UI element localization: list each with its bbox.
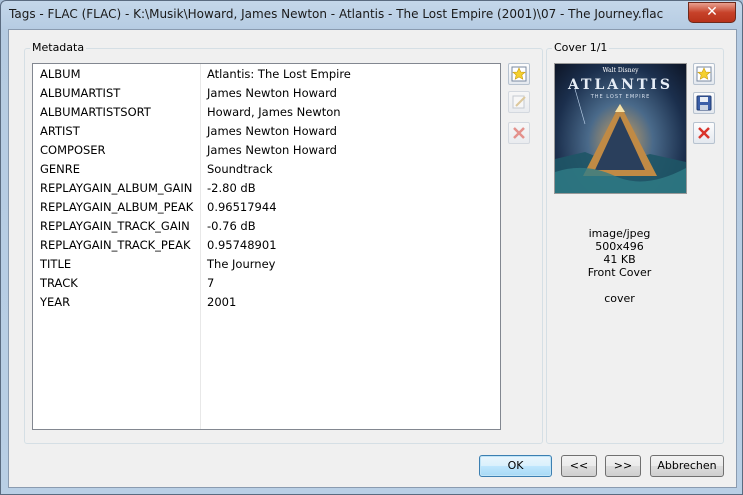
tag-key: REPLAYGAIN_ALBUM_GAIN	[40, 181, 193, 195]
cover-group-label: Cover 1/1	[552, 41, 610, 54]
tag-row[interactable]: REPLAYGAIN_TRACK_PEAK 0.95748901	[33, 236, 500, 255]
tag-row[interactable]: ARTIST James Newton Howard	[33, 122, 500, 141]
tag-row[interactable]: TRACK 7	[33, 274, 500, 293]
cover-brand: Walt Disney	[602, 67, 639, 74]
delete-icon	[698, 127, 710, 139]
tag-value: 2001	[207, 295, 237, 309]
tag-key: TITLE	[40, 257, 72, 271]
tag-key: ARTIST	[40, 124, 80, 138]
tag-value: Soundtrack	[207, 162, 273, 176]
tag-key: YEAR	[40, 295, 71, 309]
tag-value: -2.80 dB	[207, 181, 256, 195]
tag-key: ALBUM	[40, 67, 81, 81]
cover-type: Front Cover	[587, 266, 652, 279]
tag-value: 0.95748901	[207, 238, 277, 252]
tag-value: Atlantis: The Lost Empire	[207, 67, 351, 81]
save-icon	[696, 95, 712, 111]
tag-row[interactable]: REPLAYGAIN_TRACK_GAIN -0.76 dB	[33, 217, 500, 236]
tag-row[interactable]: ALBUMARTISTSORT Howard, James Newton	[33, 103, 500, 122]
cover-info: image/jpeg 500x496 41 KB Front Cover cov…	[547, 227, 692, 305]
ok-button[interactable]: OK	[479, 455, 552, 477]
new-star-icon	[511, 66, 527, 82]
delete-icon	[513, 127, 525, 139]
cover-info-spacer	[547, 279, 692, 292]
tag-key: REPLAYGAIN_TRACK_GAIN	[40, 219, 190, 233]
tag-value: James Newton Howard	[207, 124, 337, 138]
delete-tag-button[interactable]	[508, 122, 530, 144]
tag-row[interactable]: GENRE Soundtrack	[33, 160, 500, 179]
tag-row[interactable]: ALBUMARTIST James Newton Howard	[33, 84, 500, 103]
tag-list[interactable]: ALBUM Atlantis: The Lost Empire ALBUMARTIS…	[32, 63, 501, 430]
cancel-button[interactable]: Abbrechen	[650, 455, 724, 477]
tag-value: 7	[207, 276, 215, 290]
title-bar[interactable]: Tags - FLAC (FLAC) - K:\Musik\Howard, Ja…	[1, 1, 742, 29]
tag-key: REPLAYGAIN_TRACK_PEAK	[40, 238, 191, 252]
close-button[interactable]: ✕	[688, 2, 736, 23]
next-button[interactable]: >>	[605, 455, 641, 477]
tag-key: GENRE	[40, 162, 81, 176]
window-title: Tags - FLAC (FLAC) - K:\Musik\Howard, Ja…	[9, 7, 664, 21]
add-tag-button[interactable]	[508, 63, 530, 85]
tag-value: 0.96517944	[207, 200, 277, 214]
delete-cover-button[interactable]	[693, 122, 715, 144]
cover-group: Cover 1/1 Walt Disney ATLANTIS THE LOST …	[546, 41, 724, 444]
tag-row[interactable]: TITLE The Journey	[33, 255, 500, 274]
tag-key: REPLAYGAIN_ALBUM_PEAK	[40, 200, 194, 214]
tag-row[interactable]: REPLAYGAIN_ALBUM_GAIN -2.80 dB	[33, 179, 500, 198]
edit-tag-button[interactable]	[508, 91, 530, 113]
tag-row[interactable]: COMPOSER James Newton Howard	[33, 141, 500, 160]
metadata-group-label: Metadata	[30, 41, 87, 54]
edit-icon	[512, 95, 526, 109]
previous-button[interactable]: <<	[561, 455, 597, 477]
tag-value: James Newton Howard	[207, 86, 337, 100]
tag-value: The Journey	[207, 257, 276, 271]
tag-key: TRACK	[40, 276, 78, 290]
tag-key: COMPOSER	[40, 143, 106, 157]
cover-dimensions: 500x496	[595, 240, 644, 253]
tag-value: James Newton Howard	[207, 143, 337, 157]
new-star-icon	[696, 66, 712, 82]
cover-image[interactable]: Walt Disney ATLANTIS THE LOST EMPIRE	[554, 63, 687, 194]
tag-value: Howard, James Newton	[207, 105, 341, 119]
cover-size: 41 KB	[603, 253, 636, 266]
tags-dialog: Tags - FLAC (FLAC) - K:\Musik\Howard, Ja…	[0, 0, 743, 495]
cover-mime: image/jpeg	[588, 227, 651, 240]
tag-key: ALBUMARTISTSORT	[40, 105, 151, 119]
close-icon: ✕	[706, 4, 718, 20]
tag-row[interactable]: YEAR 2001	[33, 293, 500, 312]
cover-title: ATLANTIS	[567, 77, 674, 93]
dialog-body: Metadata ALBUM Atlantis: The Lost Empire A…	[8, 29, 737, 488]
cover-description: cover	[604, 292, 635, 305]
tag-row[interactable]: ALBUM Atlantis: The Lost Empire	[33, 65, 500, 84]
save-cover-button[interactable]	[693, 92, 715, 114]
tag-row[interactable]: REPLAYGAIN_ALBUM_PEAK 0.96517944	[33, 198, 500, 217]
cover-subtitle: THE LOST EMPIRE	[590, 94, 651, 100]
tag-value: -0.76 dB	[207, 219, 256, 233]
tag-key: ALBUMARTIST	[40, 86, 121, 100]
metadata-group: Metadata ALBUM Atlantis: The Lost Empire A…	[24, 41, 543, 444]
add-cover-button[interactable]	[693, 63, 715, 85]
